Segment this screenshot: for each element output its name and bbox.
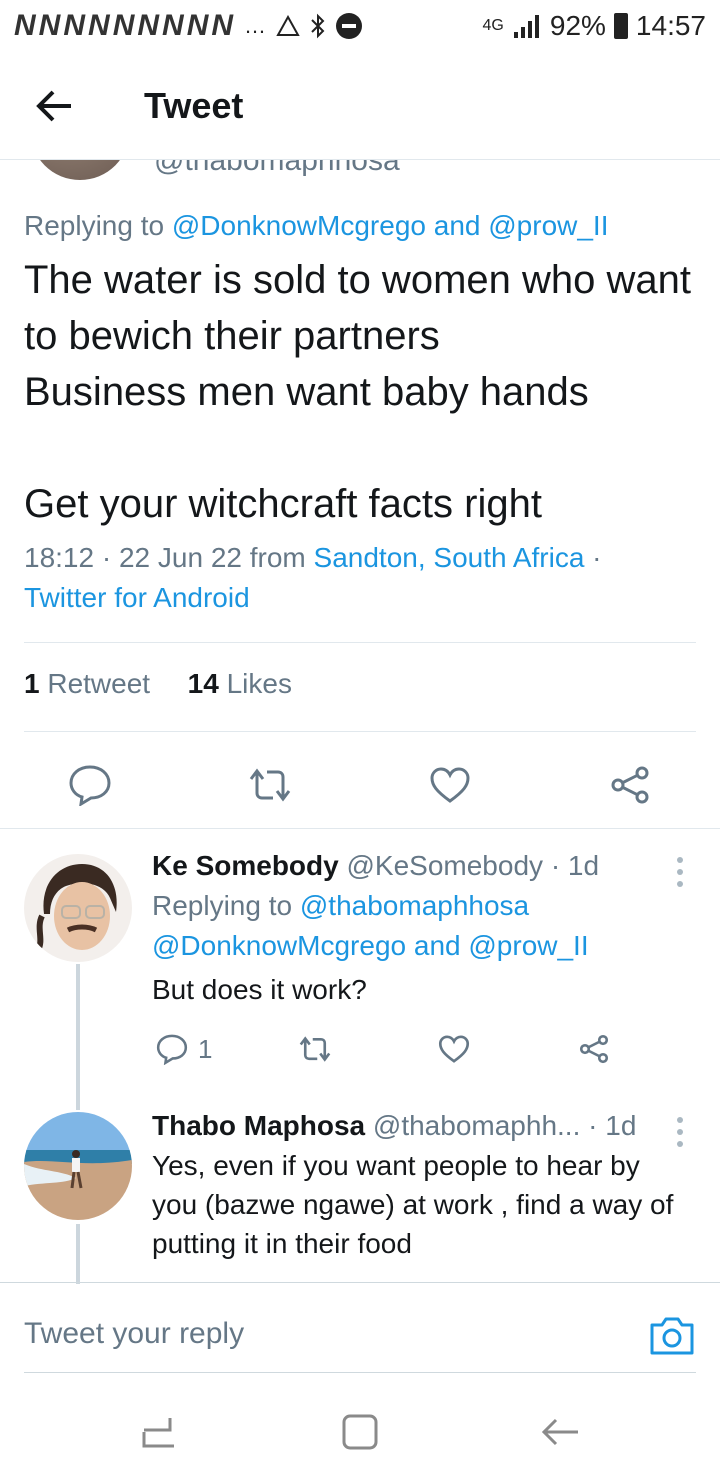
mention-link[interactable]: @thabomaphhosa xyxy=(300,890,529,921)
thread-connector xyxy=(76,1224,80,1284)
back-icon[interactable] xyxy=(536,1408,584,1456)
top-app-bar: Tweet xyxy=(0,52,720,160)
notification-icon: N xyxy=(63,9,85,42)
thread-connector xyxy=(76,964,80,1110)
tweet-age: 1d xyxy=(567,850,600,881)
reply-count: 1 xyxy=(198,1033,213,1064)
retweet-button[interactable] xyxy=(242,757,298,813)
signal-icon xyxy=(513,15,539,38)
mention-link[interactable]: @DonknowMcgrego xyxy=(152,930,406,961)
share-button[interactable] xyxy=(602,757,658,813)
heart-icon xyxy=(438,1035,470,1063)
reply-actions: 1 xyxy=(152,1024,692,1074)
more-options-icon[interactable] xyxy=(672,852,688,892)
notification-icon: N xyxy=(38,9,61,42)
notification-icon: N xyxy=(186,9,209,42)
warning-icon xyxy=(276,15,300,36)
retweet-icon xyxy=(249,768,291,802)
camera-icon[interactable] xyxy=(648,1311,696,1359)
replying-to: Replying to @DonknowMcgrego and @prow_II xyxy=(24,210,609,241)
client-link[interactable]: Twitter for Android xyxy=(24,582,250,613)
clock: 14:57 xyxy=(635,10,706,41)
like-button[interactable] xyxy=(422,757,478,813)
author-handle[interactable]: @thabomaphh... xyxy=(373,1110,580,1141)
network-type: 4G xyxy=(482,17,504,34)
notification-icon: N xyxy=(112,9,135,42)
reply-text: But does it work? xyxy=(152,974,367,1005)
retweets-stat[interactable]: 1 Retweet xyxy=(24,668,150,699)
location-link[interactable]: Sandton, South Africa xyxy=(314,542,585,573)
system-navigation-bar xyxy=(0,1380,720,1480)
home-icon[interactable] xyxy=(336,1408,384,1456)
mention-link[interactable]: @prow_II xyxy=(488,210,608,241)
composer-underline xyxy=(24,1372,696,1373)
arrow-left-icon xyxy=(36,90,71,121)
share-icon xyxy=(579,1034,609,1064)
more-options-icon[interactable] xyxy=(672,1112,688,1152)
notification-icons: N N N N N N N N N xyxy=(14,9,233,43)
like-button[interactable] xyxy=(438,1024,470,1074)
tweet-actions xyxy=(0,745,720,825)
notification-icon: N xyxy=(162,9,184,42)
tweet-meta: 18:12 · 22 Jun 22 from Sandton, South Af… xyxy=(24,542,602,613)
replying-to: Replying to @thabomaphhosa @DonknowMcgre… xyxy=(152,890,589,961)
page-title: Tweet xyxy=(144,84,244,126)
notification-icon: N xyxy=(14,9,36,42)
do-not-disturb-icon xyxy=(336,13,363,39)
engagement-stats: 1 Retweet 14 Likes xyxy=(24,668,292,700)
likes-stat[interactable]: 14 Likes xyxy=(188,668,292,699)
author-name[interactable]: Ke Somebody xyxy=(152,850,339,881)
author-handle[interactable]: @KeSomebody xyxy=(346,850,543,881)
share-icon xyxy=(611,766,649,804)
reply-icon xyxy=(156,1034,188,1065)
notification-icon: N xyxy=(88,9,110,42)
reply-icon xyxy=(69,765,111,806)
avatar[interactable] xyxy=(24,1112,132,1220)
notification-icon: N xyxy=(137,9,159,42)
more-notifications-icon: … xyxy=(244,13,267,38)
back-button[interactable] xyxy=(0,52,110,160)
tweet-age: 1d xyxy=(605,1110,637,1141)
reply-button[interactable]: 1 xyxy=(156,1024,212,1074)
divider xyxy=(24,731,696,732)
bluetooth-icon xyxy=(311,13,325,39)
retweet-button[interactable] xyxy=(296,1024,334,1074)
battery-percent: 92% xyxy=(549,10,606,41)
reply-input[interactable]: Tweet your reply xyxy=(24,1317,244,1351)
avatar[interactable] xyxy=(24,854,132,962)
divider xyxy=(0,828,720,829)
heart-icon xyxy=(430,767,470,803)
share-button[interactable] xyxy=(578,1024,610,1074)
reply-composer[interactable]: Tweet your reply xyxy=(0,1282,720,1374)
retweet-icon xyxy=(299,1036,331,1062)
tweet-text: The water is sold to women who want to b… xyxy=(24,258,691,526)
tweet-time: 18:12 xyxy=(24,542,95,573)
divider xyxy=(24,642,696,643)
mention-link[interactable]: @DonknowMcgrego xyxy=(172,210,426,241)
reply-button[interactable] xyxy=(62,757,118,813)
status-bar: N N N N N N N N N … 4G 92% 14:57 xyxy=(0,0,720,52)
battery-icon xyxy=(613,13,628,39)
author-name[interactable]: Thabo Maphosa xyxy=(152,1110,365,1141)
notification-icon: N xyxy=(211,9,233,42)
reply-text: Yes, even if you want people to hear by … xyxy=(152,1150,674,1259)
mention-link[interactable]: @prow_II xyxy=(468,930,588,961)
tweet-date: 22 Jun 22 xyxy=(118,542,242,573)
recent-apps-icon[interactable] xyxy=(136,1408,184,1456)
